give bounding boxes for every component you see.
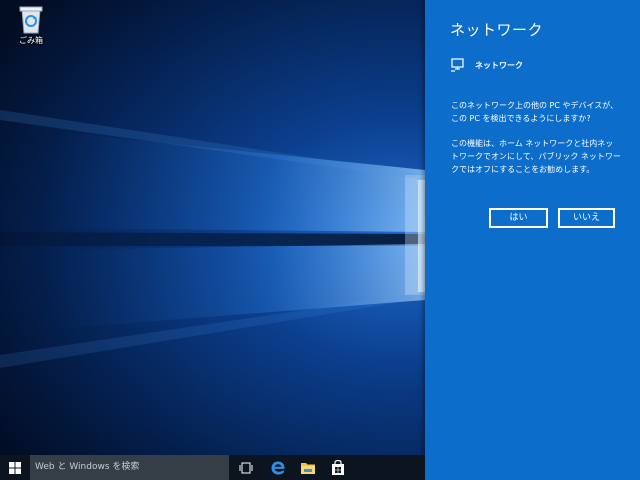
edge-button[interactable]	[263, 455, 293, 480]
panel-title: ネットワーク	[450, 21, 544, 39]
network-row: ネットワーク	[451, 57, 523, 73]
folder-icon	[301, 462, 315, 474]
store-icon	[332, 459, 344, 475]
screen: ごみ箱 ネットワーク ネットワーク このネットワーク上の他の PC やデバイスが…	[0, 0, 640, 480]
task-view-button[interactable]	[231, 455, 261, 480]
no-button[interactable]: いいえ	[558, 208, 615, 228]
edge-icon	[271, 461, 285, 474]
network-panel: ネットワーク ネットワーク このネットワーク上の他の PC やデバイスが、この …	[425, 0, 640, 480]
start-button[interactable]	[0, 455, 30, 480]
windows-logo-icon	[9, 461, 21, 474]
discovery-explanation: この機能は、ホーム ネットワークと社内ネットワークでオンにして、パブリック ネッ…	[451, 139, 621, 174]
search-input[interactable]: Web と Windows を検索	[30, 455, 229, 480]
recycle-bin-label: ごみ箱	[19, 36, 43, 45]
taskbar: Web と Windows を検索	[0, 455, 425, 480]
task-view-icon	[239, 462, 253, 473]
recycle-bin-icon	[19, 6, 43, 34]
network-name: ネットワーク	[475, 60, 523, 70]
discovery-question: このネットワーク上の他の PC やデバイスが、この PC を検出できるようにしま…	[451, 101, 619, 123]
network-icon	[451, 58, 464, 72]
yes-button[interactable]: はい	[489, 208, 548, 228]
file-explorer-button[interactable]	[293, 455, 323, 480]
desktop-icon-recycle-bin[interactable]: ごみ箱	[10, 4, 52, 46]
store-button[interactable]	[323, 455, 353, 480]
